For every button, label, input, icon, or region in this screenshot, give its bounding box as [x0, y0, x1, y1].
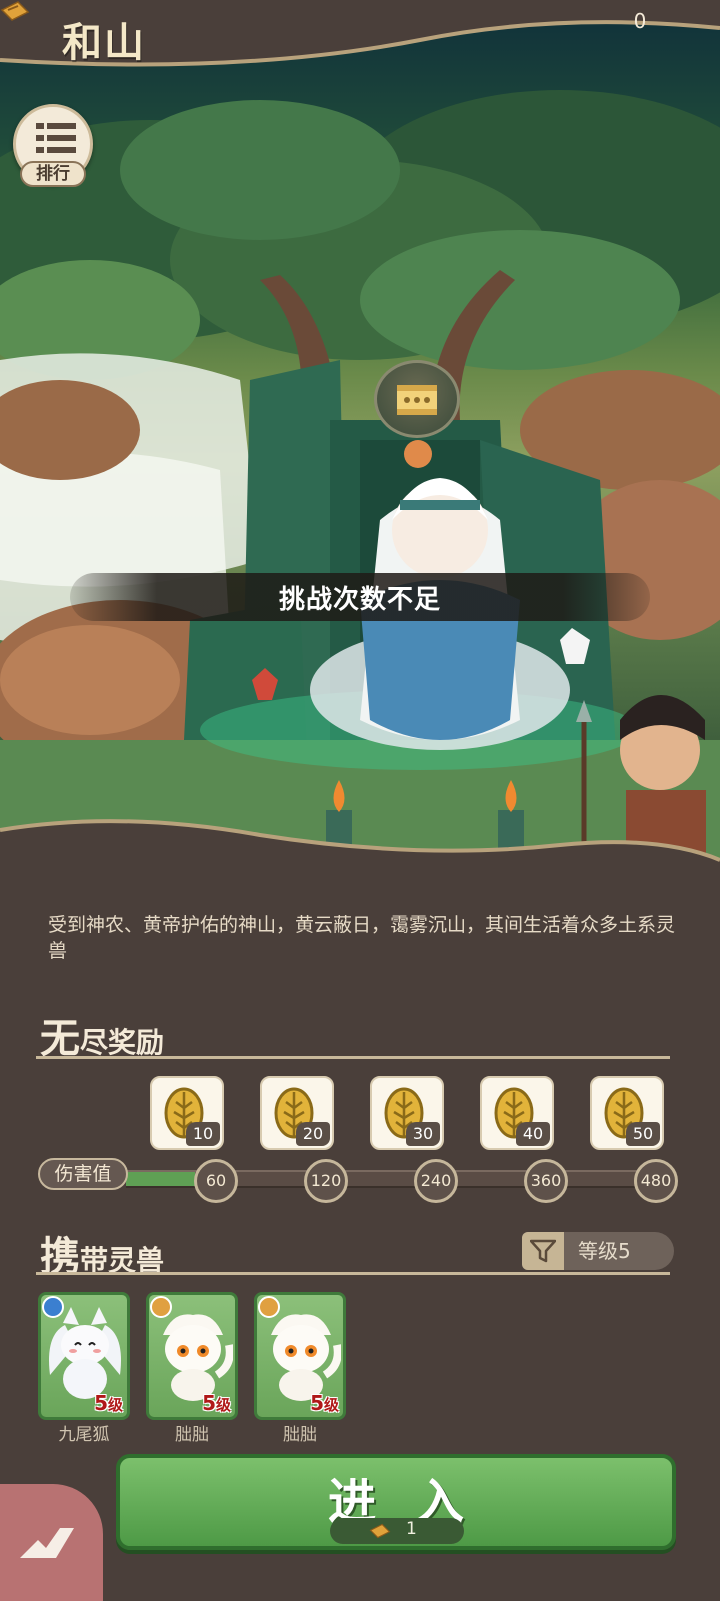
rewards-title-small: 尽奖励: [80, 1026, 165, 1059]
sun-icon: [258, 1296, 280, 1318]
cost-value: 1: [406, 1519, 417, 1539]
pet-card-2[interactable]: 5级: [146, 1292, 238, 1420]
pet-level: 5级: [202, 1391, 231, 1415]
pet-name-1: 九尾狐: [58, 1425, 110, 1445]
rewards-title-big: 无: [40, 1015, 80, 1062]
ranking-button[interactable]: 排行: [13, 104, 93, 187]
milestone-2: 120: [304, 1159, 348, 1203]
reward-qty: 10: [186, 1122, 220, 1146]
level-filter[interactable]: 等级5: [522, 1232, 674, 1270]
reward-qty: 30: [406, 1122, 440, 1146]
ticket-icon: [0, 1, 30, 21]
back-icon: [20, 1528, 74, 1558]
pets-divider: [36, 1272, 670, 1275]
reward-card-2[interactable]: 20: [260, 1076, 334, 1150]
pet-level: 5级: [310, 1391, 339, 1415]
filter-label: 等级5: [578, 1239, 631, 1263]
pet-name-3: 朏朏: [283, 1425, 317, 1445]
stage-scene: 排行 挑战次数不足: [0, 0, 720, 890]
feifei-portrait: [271, 1314, 341, 1401]
sun-icon: [150, 1296, 172, 1318]
reward-qty: 50: [626, 1122, 660, 1146]
rewards-divider: [36, 1056, 670, 1059]
scroll-icon-button[interactable]: [374, 360, 460, 438]
top-banner: 和山 0: [0, 0, 720, 80]
milestone-4: 360: [524, 1159, 568, 1203]
area-description: 受到神农、黄帝护佑的神山，黄云蔽日，霭雾沉山，其间生活着众多土系灵兽: [48, 914, 676, 962]
back-button[interactable]: [0, 1484, 103, 1601]
scroll-icon: [397, 385, 437, 415]
filter-icon: [530, 1239, 556, 1263]
reward-qty: 40: [516, 1122, 550, 1146]
reward-card-1[interactable]: 10: [150, 1076, 224, 1150]
milestone-5: 480: [634, 1159, 678, 1203]
damage-label: 伤害值: [38, 1158, 128, 1190]
ticket-count: 0: [633, 9, 647, 33]
pet-name-2: 朏朏: [175, 1425, 209, 1445]
damage-progress-fill: [126, 1172, 195, 1186]
reward-card-3[interactable]: 30: [370, 1076, 444, 1150]
list-icon: [36, 123, 76, 153]
nine-tailed-fox-portrait: [49, 1307, 121, 1399]
reward-card-4[interactable]: 40: [480, 1076, 554, 1150]
pet-card-1[interactable]: 5级: [38, 1292, 130, 1420]
enter-button[interactable]: 进入 1: [116, 1454, 676, 1550]
cost-pill: 1: [330, 1518, 464, 1544]
ticket-icon: [369, 1523, 391, 1539]
scene-illustration: [0, 90, 720, 890]
pet-card-3[interactable]: 5级: [254, 1292, 346, 1420]
area-title: 和山: [62, 19, 146, 66]
reward-card-5[interactable]: 50: [590, 1076, 664, 1150]
filter-icon-wrap: [522, 1232, 564, 1270]
feifei-portrait: [163, 1314, 233, 1401]
milestone-3: 240: [414, 1159, 458, 1203]
ranking-label: 排行: [20, 161, 86, 187]
pet-level: 5级: [94, 1391, 123, 1415]
toast-text: 挑战次数不足: [278, 584, 441, 615]
milestone-1: 60: [194, 1159, 238, 1203]
snowflake-icon: [42, 1296, 64, 1318]
reward-qty: 20: [296, 1122, 330, 1146]
toast-message: 挑战次数不足: [70, 573, 650, 621]
